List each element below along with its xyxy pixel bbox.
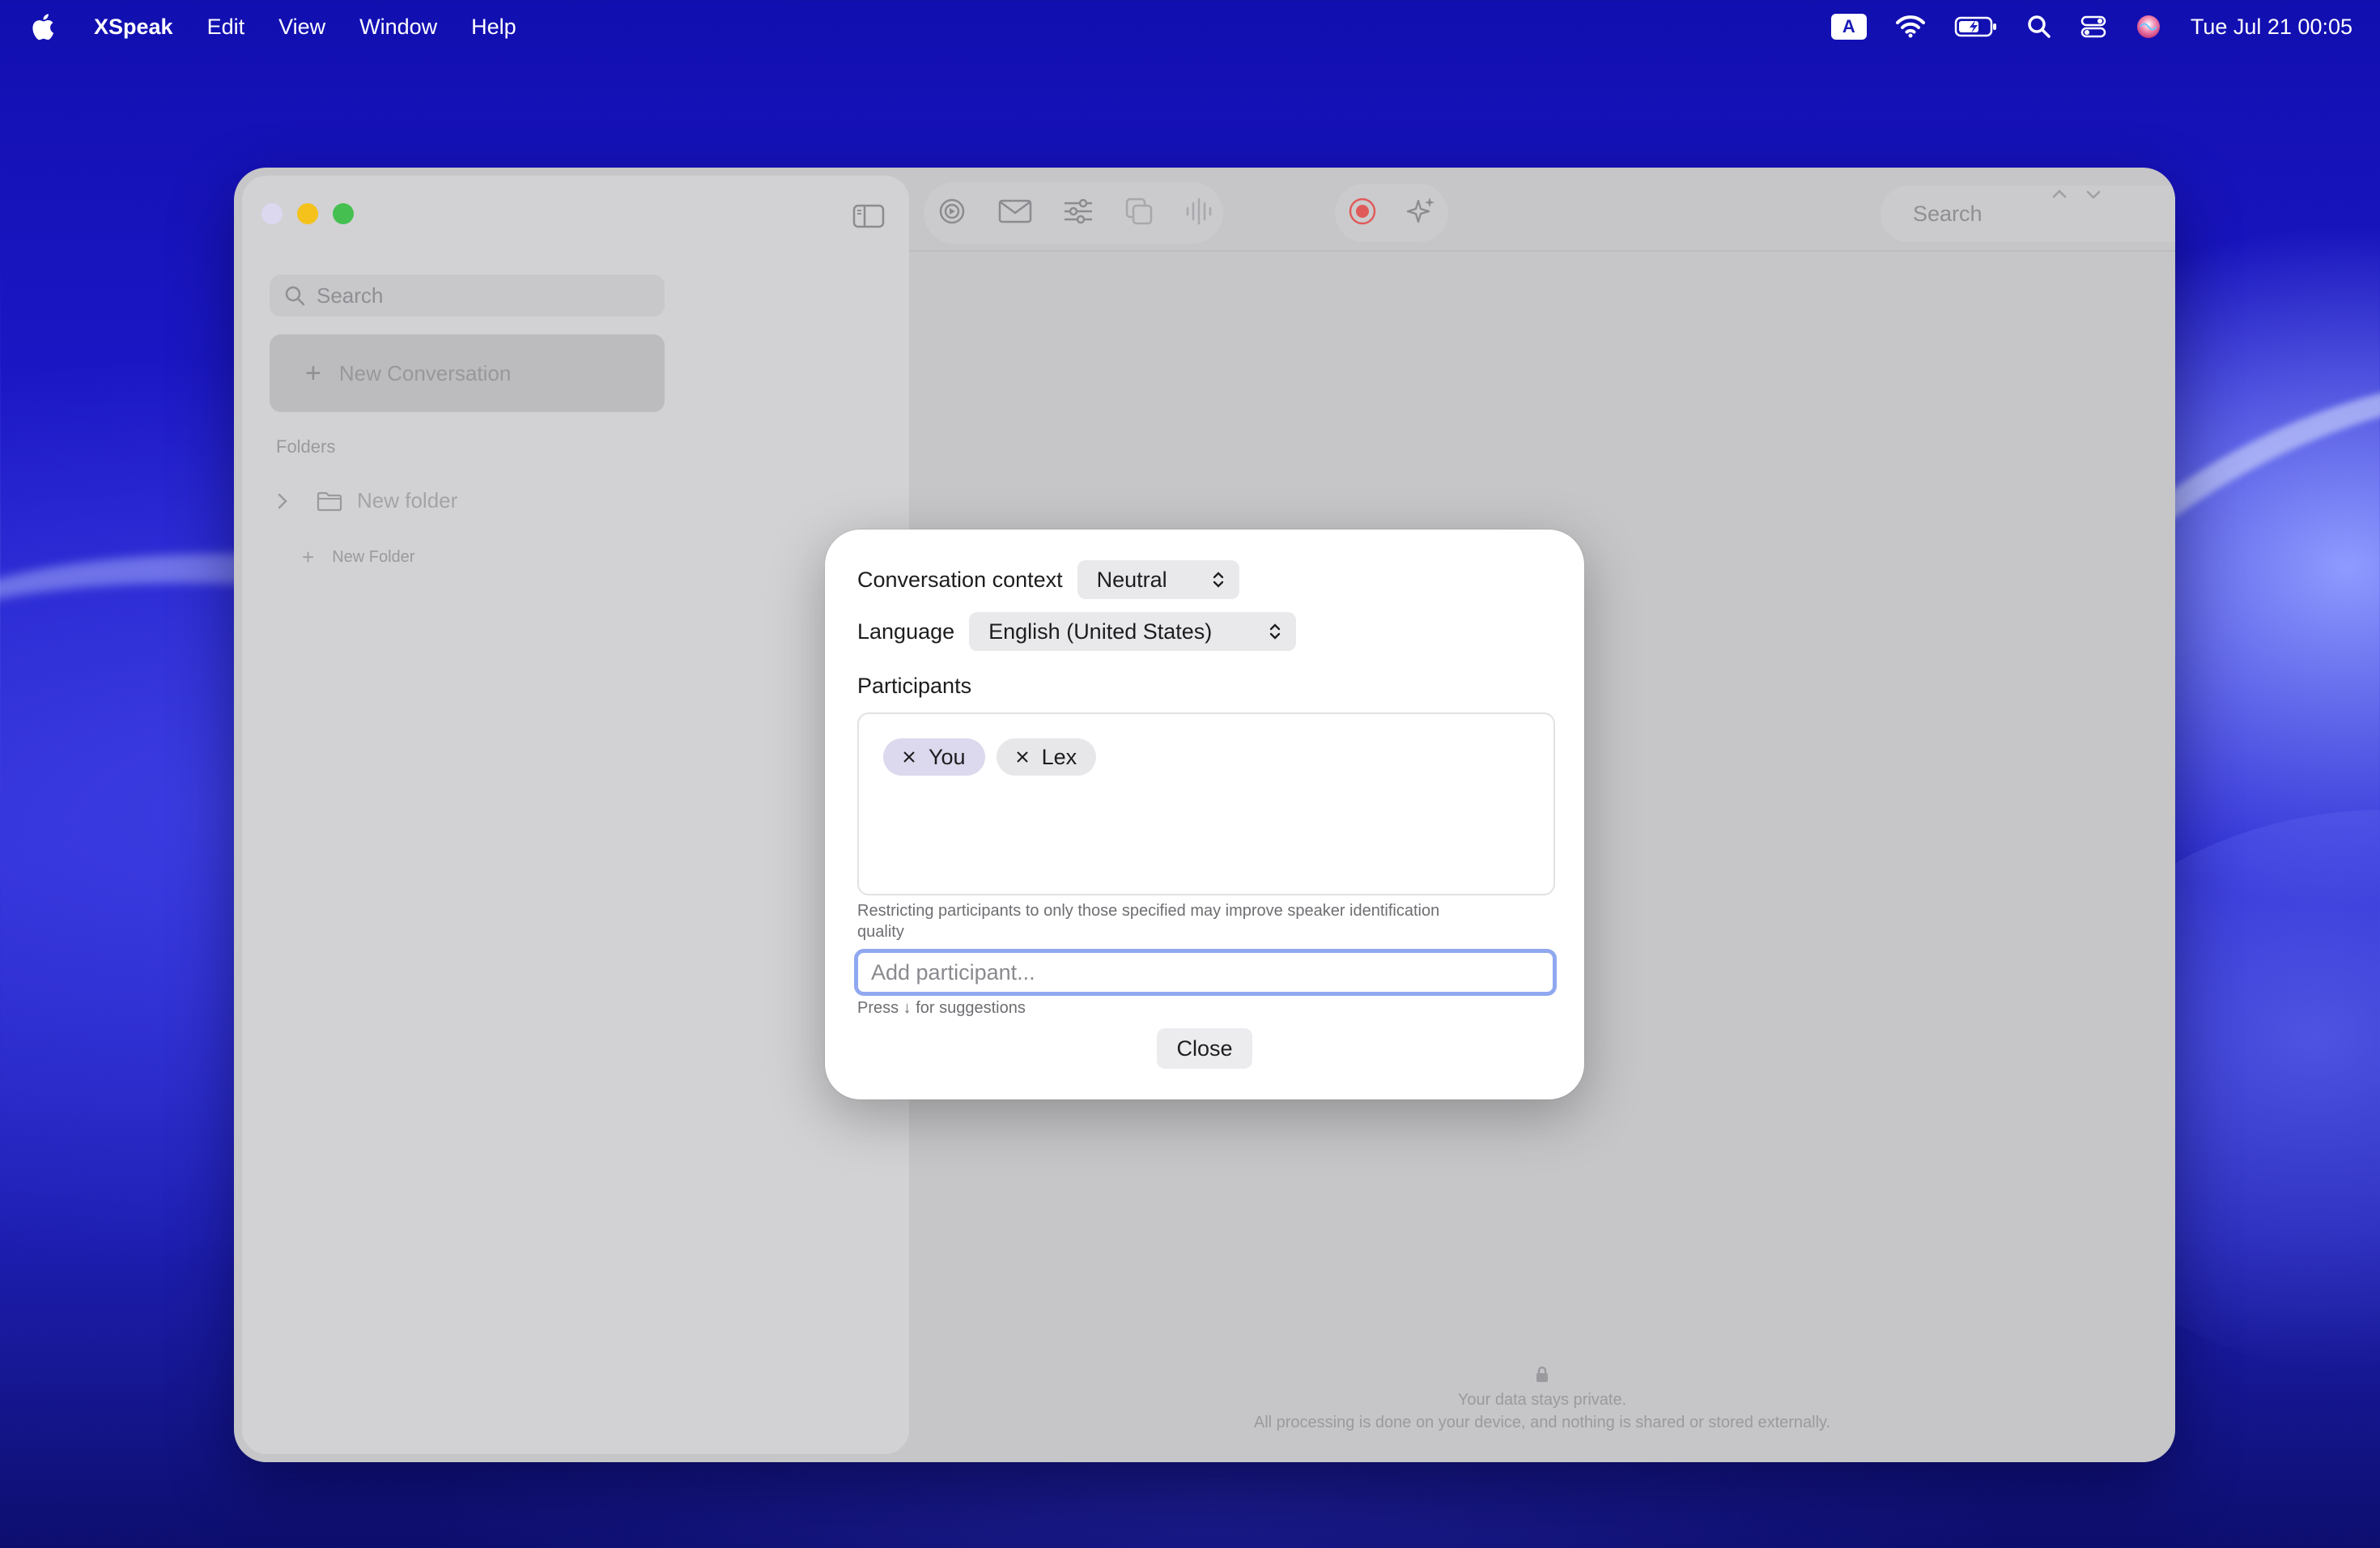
language-popup[interactable]: English (United States) bbox=[969, 612, 1297, 651]
sidebar: Search + New Conversation Folders New fo… bbox=[242, 176, 909, 1454]
privacy-line-2: All processing is done on your device, a… bbox=[1253, 1414, 1831, 1431]
privacy-line-1: Your data stays private. bbox=[1457, 1391, 1627, 1409]
chevron-up-icon[interactable] bbox=[2051, 185, 2068, 203]
privacy-notice: Your data stays private. All processing … bbox=[909, 1366, 2175, 1434]
remove-participant-icon[interactable] bbox=[903, 751, 916, 763]
chevron-updown-icon bbox=[1269, 623, 1281, 640]
search-navigation bbox=[2051, 185, 2102, 203]
folders-heading: Folders bbox=[276, 436, 336, 457]
toolbar-search-placeholder: Search bbox=[1913, 201, 1983, 226]
waveform-icon[interactable] bbox=[1184, 197, 1213, 230]
close-window-button[interactable] bbox=[261, 203, 283, 224]
window-controls bbox=[261, 203, 354, 224]
apple-icon[interactable] bbox=[31, 13, 55, 40]
menu-app-name[interactable]: XSpeak bbox=[94, 15, 173, 40]
copy-icon[interactable] bbox=[1124, 197, 1154, 230]
folder-item[interactable]: New folder bbox=[276, 488, 457, 513]
mail-icon[interactable] bbox=[998, 198, 1032, 228]
menu-edit[interactable]: Edit bbox=[207, 15, 245, 40]
folder-label: New folder bbox=[357, 488, 458, 512]
participant-name: You bbox=[929, 744, 966, 769]
language-row: Language English (United States) bbox=[857, 612, 1297, 651]
context-value: Neutral bbox=[1096, 567, 1167, 592]
suggestions-hint: Press ↓ for suggestions bbox=[857, 999, 1026, 1017]
folder-icon bbox=[317, 491, 342, 511]
sidebar-toggle-icon[interactable] bbox=[852, 203, 885, 233]
sparkle-icon[interactable] bbox=[1406, 196, 1436, 231]
menu-clock[interactable]: Tue Jul 21 00:05 bbox=[2191, 15, 2352, 40]
minimize-window-button[interactable] bbox=[297, 203, 318, 224]
menu-bar: XSpeak Edit View Window Help A Tue Jul 2… bbox=[0, 0, 2380, 53]
sliders-icon[interactable] bbox=[1063, 198, 1094, 228]
toolbar-tools bbox=[924, 182, 1223, 244]
control-center-icon[interactable] bbox=[2080, 15, 2106, 39]
participants-list: You Lex bbox=[857, 712, 1555, 895]
menu-window[interactable]: Window bbox=[359, 15, 437, 40]
sidebar-search[interactable]: Search bbox=[270, 274, 665, 317]
chevron-right-icon[interactable] bbox=[276, 491, 289, 511]
close-button[interactable]: Close bbox=[1157, 1028, 1252, 1069]
language-value: English (United States) bbox=[988, 619, 1213, 644]
participant-name: Lex bbox=[1041, 744, 1077, 769]
language-label: Language bbox=[857, 619, 955, 644]
spotlight-search-icon[interactable] bbox=[2027, 15, 2051, 39]
toolbar-search-field[interactable]: Search bbox=[1881, 185, 2175, 242]
plus-icon: + bbox=[302, 545, 315, 569]
new-conversation-label: New Conversation bbox=[338, 360, 512, 385]
remove-participant-icon[interactable] bbox=[1016, 751, 1029, 763]
context-label: Conversation context bbox=[857, 567, 1063, 592]
context-row: Conversation context Neutral bbox=[857, 560, 1239, 599]
search-icon bbox=[285, 286, 305, 306]
menu-help[interactable]: Help bbox=[471, 15, 516, 40]
participants-hint: Restricting participants to only those s… bbox=[857, 902, 1440, 941]
settings-gear-icon[interactable] bbox=[937, 196, 967, 231]
input-source-icon[interactable]: A bbox=[1830, 14, 1867, 40]
participant-chip: You bbox=[883, 738, 985, 776]
plus-icon: + bbox=[305, 358, 321, 389]
siri-icon[interactable] bbox=[2136, 14, 2161, 40]
chevron-updown-icon bbox=[1213, 572, 1223, 588]
context-popup[interactable]: Neutral bbox=[1077, 560, 1239, 599]
conversation-settings-dialog: Conversation context Neutral Language En… bbox=[825, 529, 1584, 1099]
lock-icon bbox=[1536, 1366, 1548, 1382]
menu-view[interactable]: View bbox=[278, 15, 325, 40]
toolbar-record-group bbox=[1335, 184, 1448, 242]
add-participant-input[interactable] bbox=[854, 949, 1557, 996]
sidebar-search-placeholder: Search bbox=[317, 283, 384, 308]
battery-icon[interactable] bbox=[1954, 15, 1998, 38]
new-conversation-button[interactable]: + New Conversation bbox=[270, 334, 665, 412]
participants-heading: Participants bbox=[857, 674, 972, 698]
toolbar-divider bbox=[909, 250, 2175, 252]
chevron-down-icon[interactable] bbox=[2085, 185, 2102, 203]
new-folder-button[interactable]: + New Folder bbox=[302, 545, 414, 570]
zoom-window-button[interactable] bbox=[333, 203, 354, 224]
record-icon[interactable] bbox=[1347, 196, 1378, 231]
wifi-icon[interactable] bbox=[1895, 15, 1925, 38]
participant-chip: Lex bbox=[996, 738, 1097, 776]
new-folder-label: New Folder bbox=[332, 548, 415, 566]
